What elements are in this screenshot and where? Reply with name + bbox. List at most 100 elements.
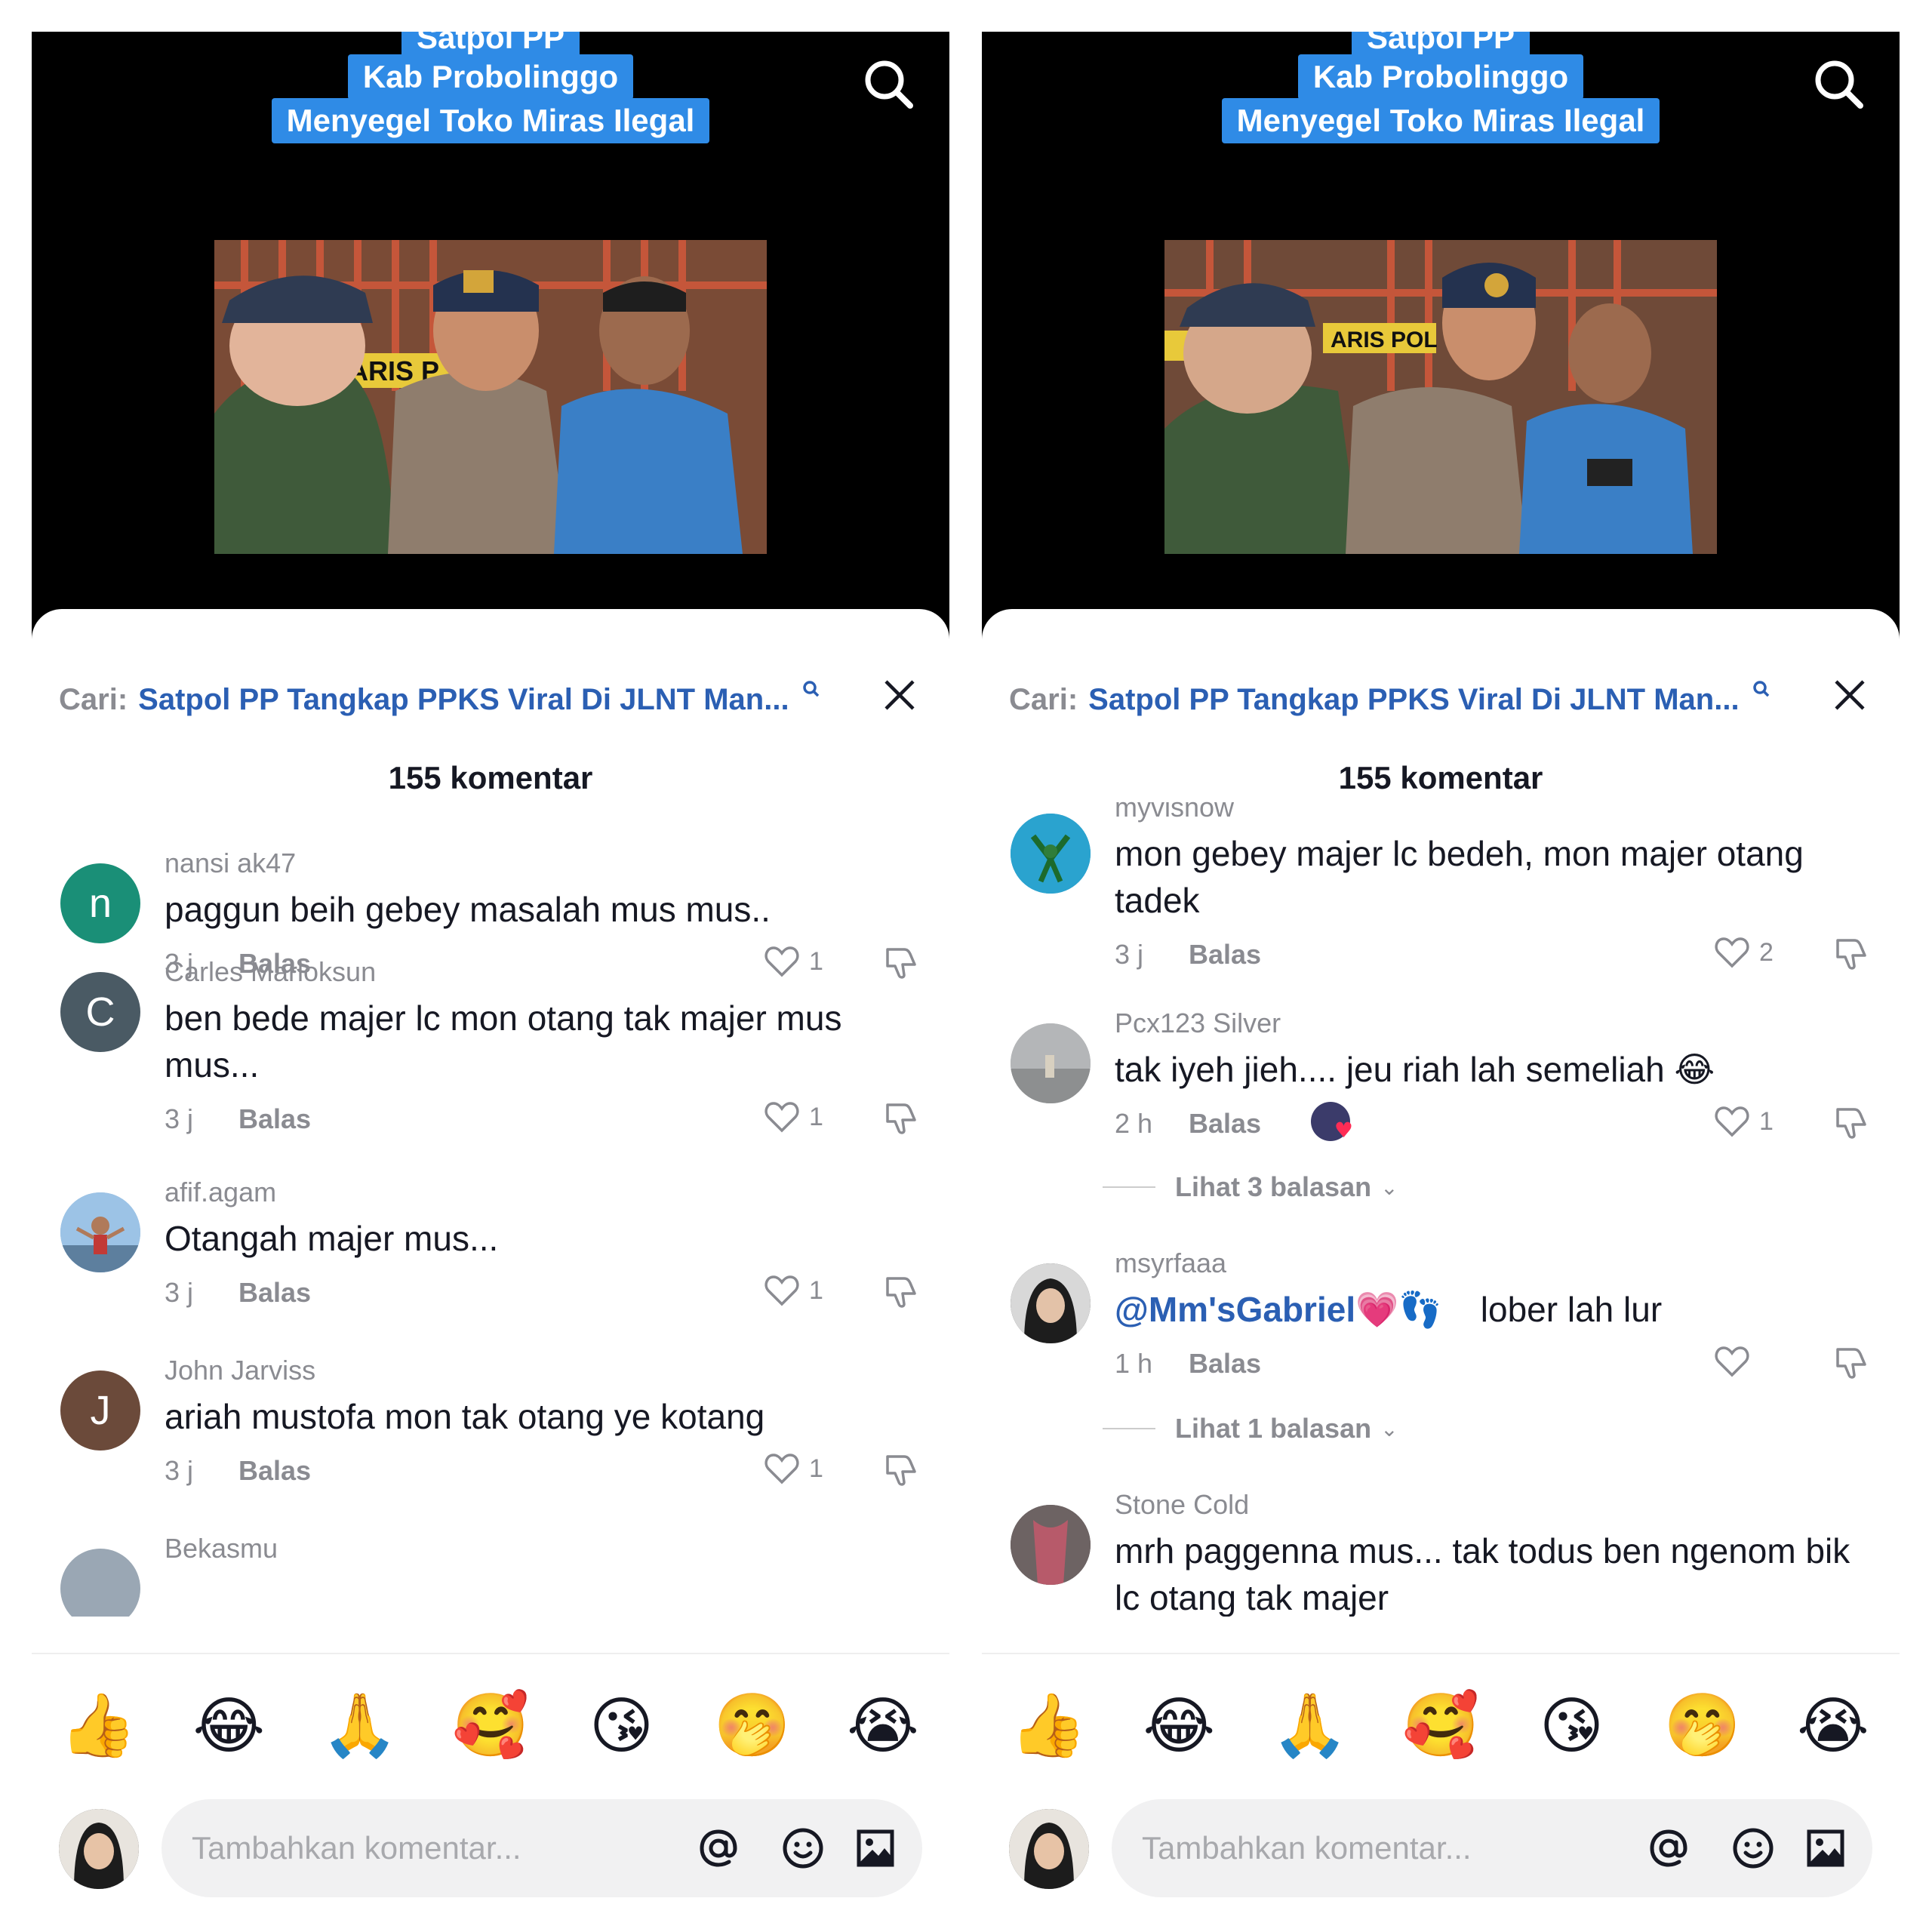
comments-sheet: Cari: Satpol PP Tangkap PPKS Viral Di JL… (32, 609, 949, 1900)
emoji-kiss[interactable]: 😘 (1534, 1688, 1609, 1764)
search-query[interactable]: Satpol PP Tangkap PPKS Viral Di JLNT Man… (1088, 683, 1739, 717)
like-button[interactable]: 1 (762, 1271, 824, 1310)
comment-username[interactable]: John Jarviss (165, 1354, 922, 1387)
emoji-crying[interactable]: 😭 (1795, 1688, 1871, 1764)
reply-button[interactable]: Balas (1189, 939, 1261, 971)
comment-input[interactable] (192, 1799, 645, 1897)
emoji-thumbs-up[interactable]: 👍 (1010, 1688, 1087, 1764)
comment-time: 3 j (165, 1277, 194, 1308)
search-icon[interactable] (859, 54, 919, 115)
related-search[interactable]: Cari: Satpol PP Tangkap PPKS Viral Di JL… (59, 677, 821, 722)
thumbs-down-icon[interactable] (1830, 1342, 1872, 1384)
image-icon[interactable] (1801, 1824, 1850, 1872)
avatar[interactable] (60, 1549, 140, 1617)
emoji-pray[interactable]: 🙏 (1272, 1688, 1349, 1764)
comments-sheet: Cari: Satpol PP Tangkap PPKS Viral Di JL… (982, 609, 1900, 1900)
emoji-crying[interactable]: 😭 (845, 1688, 921, 1764)
video-player[interactable]: Satpol PP Kab Probolinggo Menyegel Toko … (982, 32, 1900, 651)
comment-list[interactable]: myvisnow mon gebey majer lc bedeh, mon m… (982, 801, 1900, 1617)
smiley-icon[interactable] (779, 1824, 827, 1872)
my-avatar[interactable] (1009, 1809, 1089, 1889)
avatar-photo (1011, 814, 1091, 894)
like-button[interactable]: 1 (762, 1449, 824, 1488)
divider (982, 1653, 1900, 1654)
at-icon[interactable] (1644, 1824, 1693, 1872)
like-count: 1 (809, 1275, 823, 1305)
avatar[interactable] (1011, 1263, 1091, 1343)
emoji-thumbs-up[interactable]: 👍 (60, 1688, 137, 1764)
comment-list[interactable]: n nansi ak47 paggun beih gebey masalah m… (32, 801, 949, 1617)
screenshot-right: Satpol PP Kab Probolinggo Menyegel Toko … (982, 32, 1900, 1900)
avatar[interactable] (60, 1192, 140, 1272)
avatar[interactable]: n (60, 863, 140, 943)
emoji-hand-over-mouth[interactable]: 🤭 (1664, 1688, 1741, 1764)
view-replies-button[interactable]: Lihat 3 balasan ⌄ (1103, 1171, 1398, 1203)
avatar-photo (1011, 1505, 1091, 1585)
comment-username[interactable]: Stone Cold (1115, 1488, 1872, 1521)
emoji-kiss[interactable]: 😘 (583, 1688, 659, 1764)
like-button[interactable]: 1 (762, 1097, 824, 1137)
at-icon[interactable] (694, 1824, 743, 1872)
like-button[interactable]: 2 (1712, 933, 1774, 972)
thumbs-down-icon[interactable] (880, 1097, 922, 1140)
reply-button[interactable]: Balas (1189, 1108, 1261, 1140)
emoji-hearts-face[interactable]: 🥰 (1402, 1688, 1479, 1764)
comment-username[interactable]: Pcx123 Silver (1115, 1007, 1872, 1040)
like-button[interactable]: 1 (1712, 1102, 1774, 1141)
heart-icon (764, 1275, 799, 1306)
avatar[interactable]: J (60, 1371, 140, 1451)
comment-input-box[interactable] (1112, 1799, 1872, 1897)
smiley-icon[interactable] (1729, 1824, 1777, 1872)
comment-username[interactable]: nansi ak47 (165, 847, 922, 880)
search-icon[interactable] (1809, 54, 1869, 115)
search-query[interactable]: Satpol PP Tangkap PPKS Viral Di JLNT Man… (138, 683, 789, 717)
comment-username[interactable]: Bekasmu (165, 1532, 922, 1565)
comment-username[interactable]: afif.agam (165, 1176, 922, 1209)
divider (32, 1653, 949, 1654)
view-replies-button[interactable]: Lihat 1 balasan ⌄ (1103, 1413, 1398, 1444)
thumbs-down-icon[interactable] (880, 1449, 922, 1491)
comment-text: tak iyeh jieh.... jeu riah lah semeliah … (1115, 1050, 1715, 1089)
close-icon[interactable] (880, 675, 919, 715)
related-search[interactable]: Cari: Satpol PP Tangkap PPKS Viral Di JL… (1009, 677, 1771, 722)
search-icon (802, 681, 819, 697)
heart-icon (1715, 1106, 1749, 1137)
chevron-down-icon: ⌄ (1380, 1417, 1398, 1441)
video-player[interactable]: Satpol PP Kab Probolinggo Menyegel Toko … (32, 32, 949, 651)
comment-time: 3 j (165, 1103, 194, 1134)
emoji-pray[interactable]: 🙏 (321, 1688, 398, 1764)
reply-button[interactable]: Balas (1189, 1348, 1261, 1380)
thumbs-down-icon[interactable] (880, 1271, 922, 1313)
caption-line-2: Kab Probolinggo (347, 54, 634, 100)
thumbs-down-icon[interactable] (1830, 933, 1872, 975)
close-icon[interactable] (1830, 675, 1869, 715)
comment-input[interactable] (1142, 1799, 1595, 1897)
emoji-hand-over-mouth[interactable]: 🤭 (714, 1688, 791, 1764)
my-avatar[interactable] (59, 1809, 139, 1889)
avatar[interactable] (1011, 1505, 1091, 1585)
comment-time: 3 j (1115, 939, 1144, 970)
video-frame: GARIS P (214, 240, 767, 554)
avatar[interactable]: C (60, 972, 140, 1052)
reply-button[interactable]: Balas (238, 1103, 311, 1135)
emoji-laughing[interactable]: 😂 (191, 1688, 266, 1764)
avatar[interactable] (1011, 1023, 1091, 1103)
comment-input-box[interactable] (162, 1799, 922, 1897)
thumbs-down-icon[interactable] (1830, 1102, 1872, 1144)
comment-text: ben bede majer lc mon otang tak majer mu… (165, 998, 842, 1084)
comment-text: ariah mustofa mon tak otang ye kotang (165, 1397, 765, 1436)
image-icon[interactable] (851, 1824, 900, 1872)
avatar[interactable] (1011, 814, 1091, 894)
comment-username[interactable]: Carles Marloksun (165, 955, 922, 989)
mention-link[interactable]: @Mm'sGabriel💗👣 (1115, 1290, 1442, 1329)
screenshot-left: Satpol PP Kab Probolinggo Menyegel Toko … (32, 32, 949, 1900)
emoji-laughing[interactable]: 😂 (1141, 1688, 1217, 1764)
like-button[interactable] (1712, 1342, 1774, 1381)
comment-username[interactable]: msyrfaaa (1115, 1247, 1872, 1280)
comment-username[interactable]: myvisnow (1115, 801, 1872, 824)
chevron-down-icon: ⌄ (1380, 1175, 1398, 1199)
reply-button[interactable]: Balas (238, 1277, 311, 1309)
emoji-hearts-face[interactable]: 🥰 (452, 1688, 529, 1764)
reply-button[interactable]: Balas (238, 1455, 311, 1487)
caption-line-3: Menyegel Toko Miras Ilegal (271, 98, 710, 143)
